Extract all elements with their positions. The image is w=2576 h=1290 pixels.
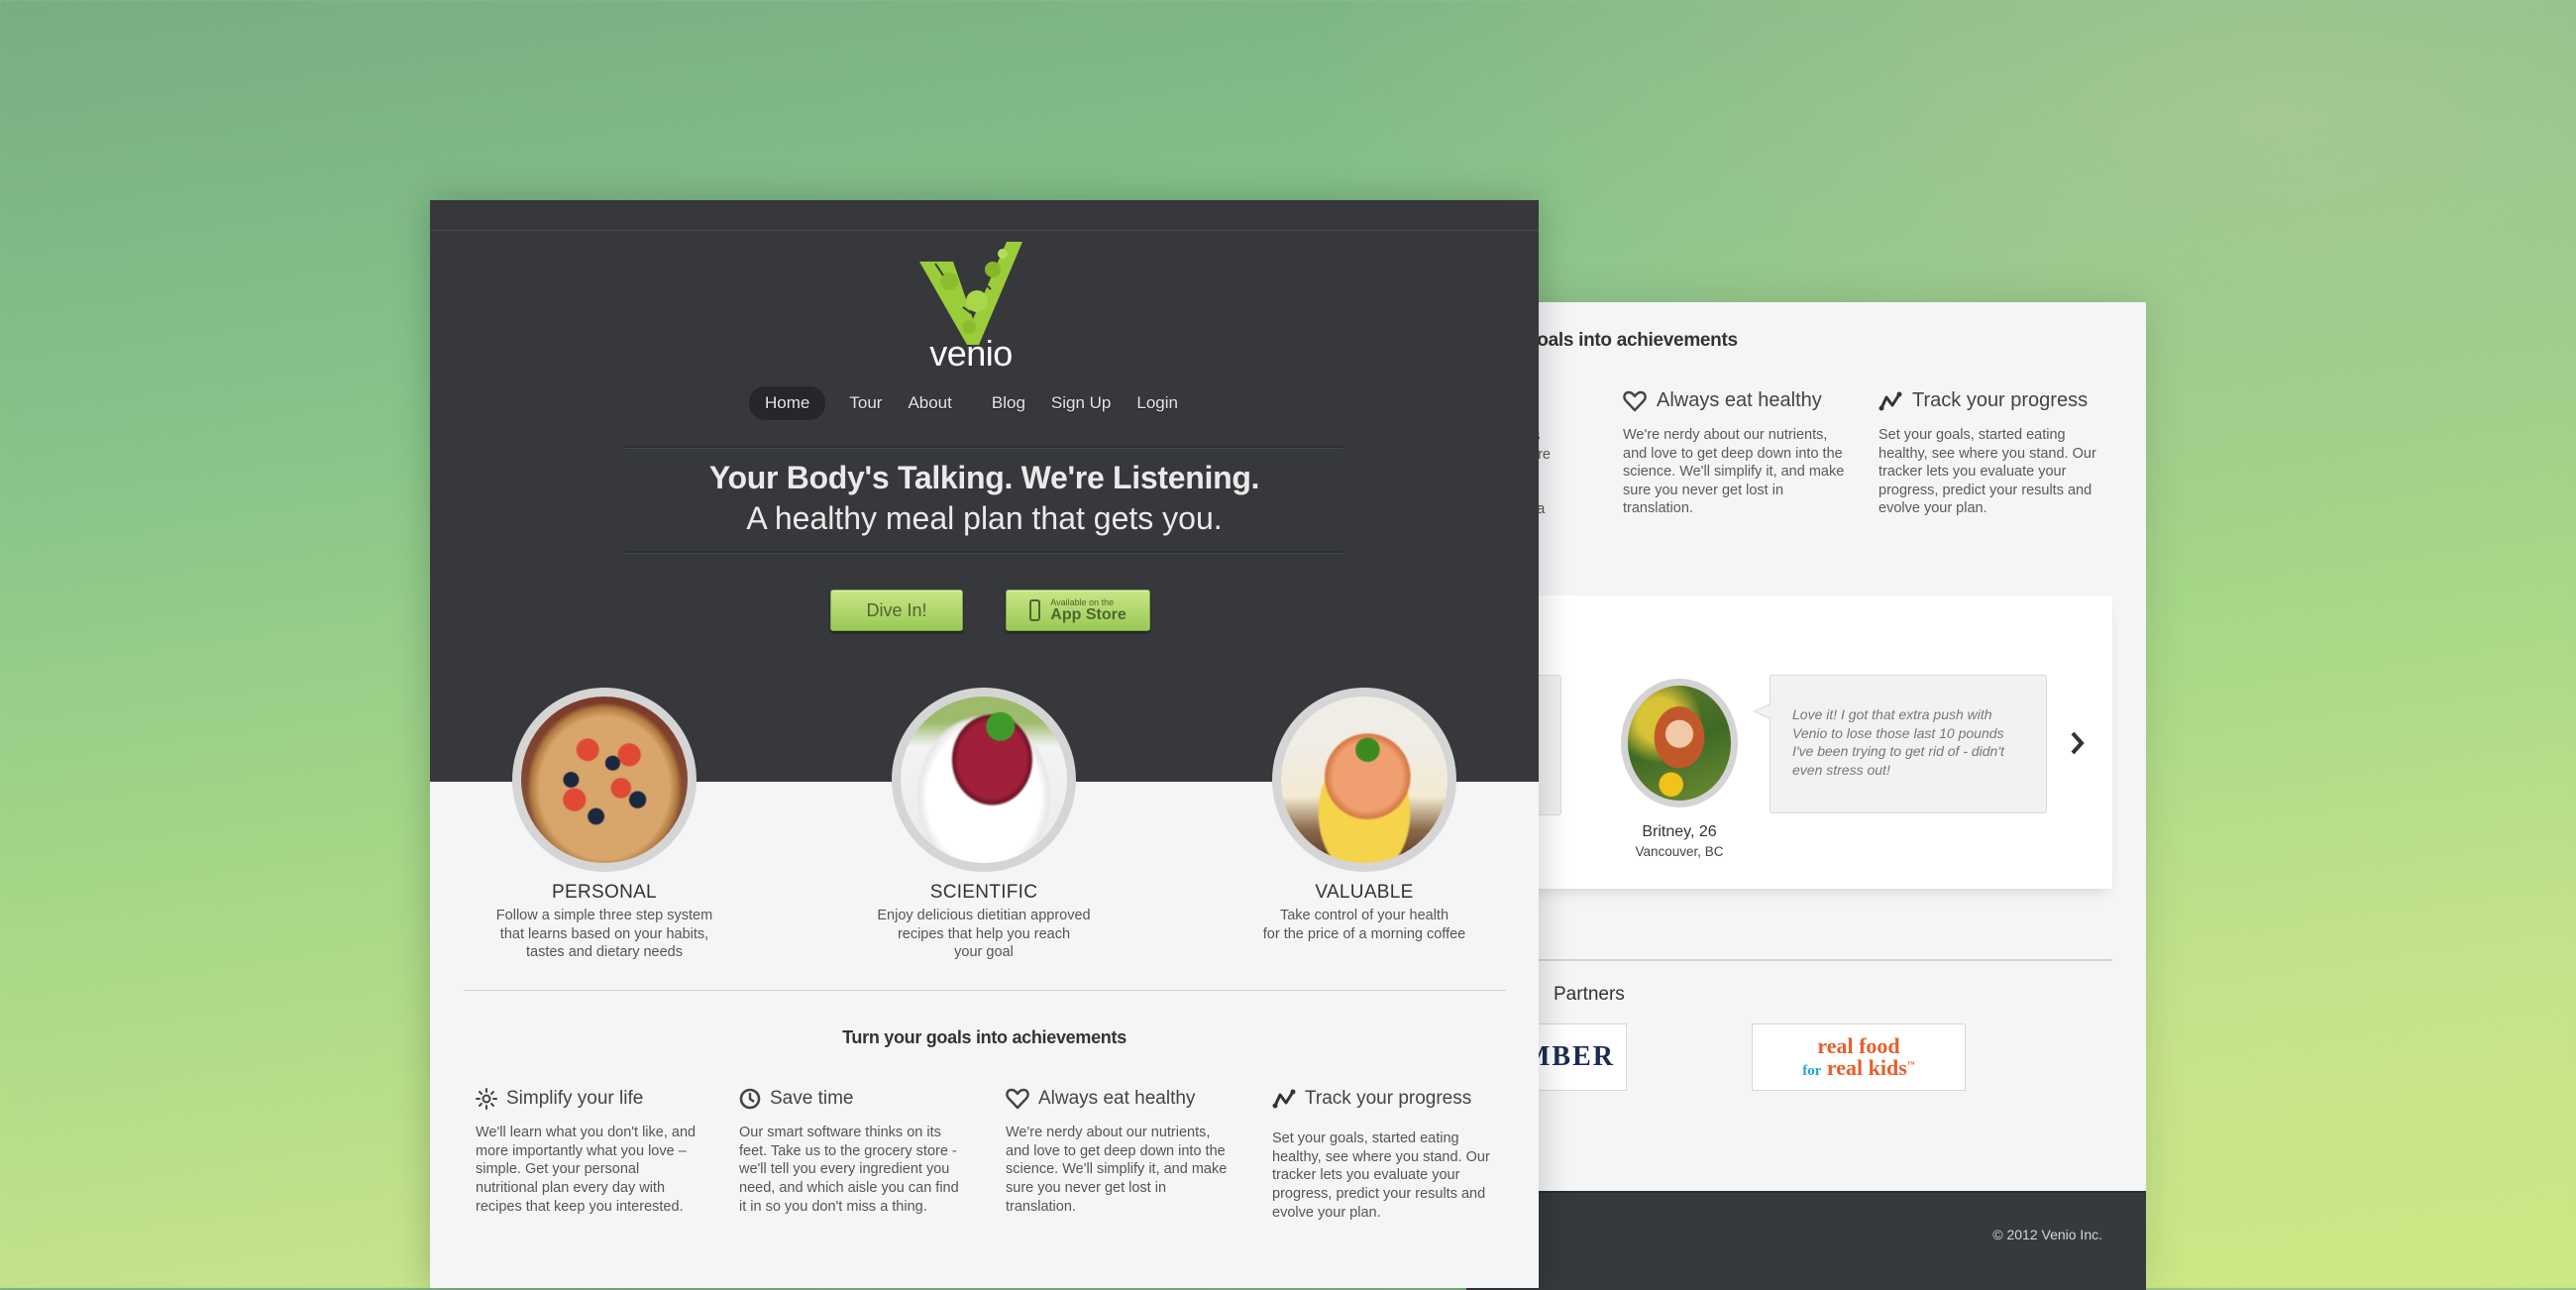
venio-logo-icon[interactable] <box>919 242 1022 345</box>
feature-body: We're nerdy about our nutrients, and lov… <box>1006 1125 1228 1215</box>
feature-always-eat-healthy: Always eat healthy We're nerdy about our… <box>1623 389 1851 518</box>
headline: Your Body's Talking. We're Listening. <box>708 460 1260 495</box>
testimonials-section: Britney, 26 Vancouver, BC Love it! I got… <box>1466 595 2112 889</box>
pillar-description: Follow a simple three step system that le… <box>495 908 713 960</box>
feature-track-progress: Track your progress Set your goals, star… <box>1878 389 2106 518</box>
footer: © 2012 Venio Inc. <box>1466 1191 2146 1290</box>
chart-line-icon <box>1272 1089 1296 1109</box>
partner-line1: real food <box>1817 1033 1900 1058</box>
clock-icon <box>739 1088 761 1110</box>
dive-in-button[interactable]: Dive In! <box>830 590 963 631</box>
pillar-scientific: SCIENTIFIC Enjoy delicious dietitian app… <box>855 882 1113 962</box>
feature-track-progress: Track your progress Set your goals, star… <box>1272 1088 1500 1223</box>
feature-title: Simplify your life <box>506 1088 644 1109</box>
avatar <box>1621 679 1738 807</box>
divider <box>624 446 1343 449</box>
nav-blog[interactable]: Blog <box>992 386 1025 420</box>
goals-heading: Turn your goals into achievements <box>842 1027 1127 1047</box>
feature-title: Always eat healthy <box>1038 1088 1196 1109</box>
nav-home[interactable]: Home <box>749 386 826 420</box>
chart-line-icon <box>1878 391 1902 411</box>
pillar-personal: PERSONAL Follow a simple three step syst… <box>476 882 733 962</box>
avatar-photo <box>1628 686 1731 801</box>
feature-save-time: Save time Our smart software thinks on i… <box>739 1088 967 1217</box>
top-bar-divider <box>430 230 1539 231</box>
feature-body: Our smart software thinks on its feet. T… <box>739 1125 959 1215</box>
salmon-image <box>1272 688 1456 872</box>
partner-line2: for real kids™ <box>1802 1057 1915 1079</box>
feature-body: Set your goals, started eating healthy, … <box>1272 1130 1490 1221</box>
back-page-preview: goals into achievements its tore nt u s … <box>1466 302 2146 1290</box>
divider <box>1466 959 2112 961</box>
trademark: ™ <box>1906 1059 1915 1069</box>
feature-body: We're nerdy about our nutrients, and lov… <box>1623 427 1845 516</box>
divider <box>464 990 1506 991</box>
heart-icon <box>1006 1088 1029 1110</box>
feature-title: Save time <box>770 1088 854 1109</box>
feature-title: Always eat healthy <box>1657 389 1822 411</box>
subheadline: A healthy meal plan that gets you. <box>746 500 1223 536</box>
sun-icon <box>476 1088 497 1110</box>
testimonial-name: Britney, 26 <box>1642 823 1717 840</box>
app-store-big-label: App Store <box>1050 605 1127 623</box>
partners-title: Partners <box>1554 984 1625 1005</box>
divider <box>624 551 1343 554</box>
testimonial-location: Vancouver, BC <box>1635 844 1724 859</box>
pancake-image <box>512 688 697 872</box>
nav-login[interactable]: Login <box>1136 386 1178 420</box>
feature-simplify: Simplify your life We'll learn what you … <box>476 1088 703 1217</box>
copyright: © 2012 Venio Inc. <box>1992 1227 2102 1242</box>
nav-tour[interactable]: Tour <box>849 386 882 420</box>
partner-logo-real-food-for-real-kids[interactable]: real food for real kids™ <box>1752 1023 1966 1091</box>
testimonial-quote: Love it! I got that extra push with Veni… <box>1792 706 2004 778</box>
nav-about[interactable]: About <box>908 386 951 420</box>
app-store-button[interactable]: Available on the App Store <box>1006 590 1150 631</box>
pillar-description: Take control of your health for the price… <box>1262 908 1466 942</box>
feature-body: We'll learn what you don't like, and mor… <box>476 1125 697 1215</box>
partner-for: for <box>1802 1063 1822 1079</box>
phone-icon <box>1029 599 1041 621</box>
nav-sign-up[interactable]: Sign Up <box>1051 386 1111 420</box>
goals-heading-partial: goals into achievements <box>1526 330 1738 351</box>
front-page-preview: venio Home Tour About Blog Sign Up Login… <box>430 200 1539 1288</box>
chevron-right-icon[interactable] <box>2069 726 2087 764</box>
main-nav: Home Tour About Blog Sign Up Login <box>749 386 1204 420</box>
testimonial-bubble: Love it! I got that extra push with Veni… <box>1753 675 2047 813</box>
heart-icon <box>1623 390 1647 412</box>
pillar-title: VALUABLE <box>1315 882 1414 903</box>
beet-salad-image <box>892 688 1076 872</box>
partner-line2-rest: real kids <box>1826 1055 1907 1080</box>
pillar-description: Enjoy delicious dietitian approved recipe… <box>877 908 1091 960</box>
pillar-title: SCIENTIFIC <box>929 882 1038 903</box>
pillar-title: PERSONAL <box>552 882 657 903</box>
brand-name: venio <box>929 333 1013 374</box>
pillar-valuable: VALUABLE Take control of your health for … <box>1235 882 1493 943</box>
feature-title: Track your progress <box>1305 1088 1472 1109</box>
feature-always-eat-healthy: Always eat healthy We're nerdy about our… <box>1006 1088 1234 1217</box>
feature-title: Track your progress <box>1912 389 2089 411</box>
feature-body: Set your goals, started eating healthy, … <box>1878 427 2096 516</box>
